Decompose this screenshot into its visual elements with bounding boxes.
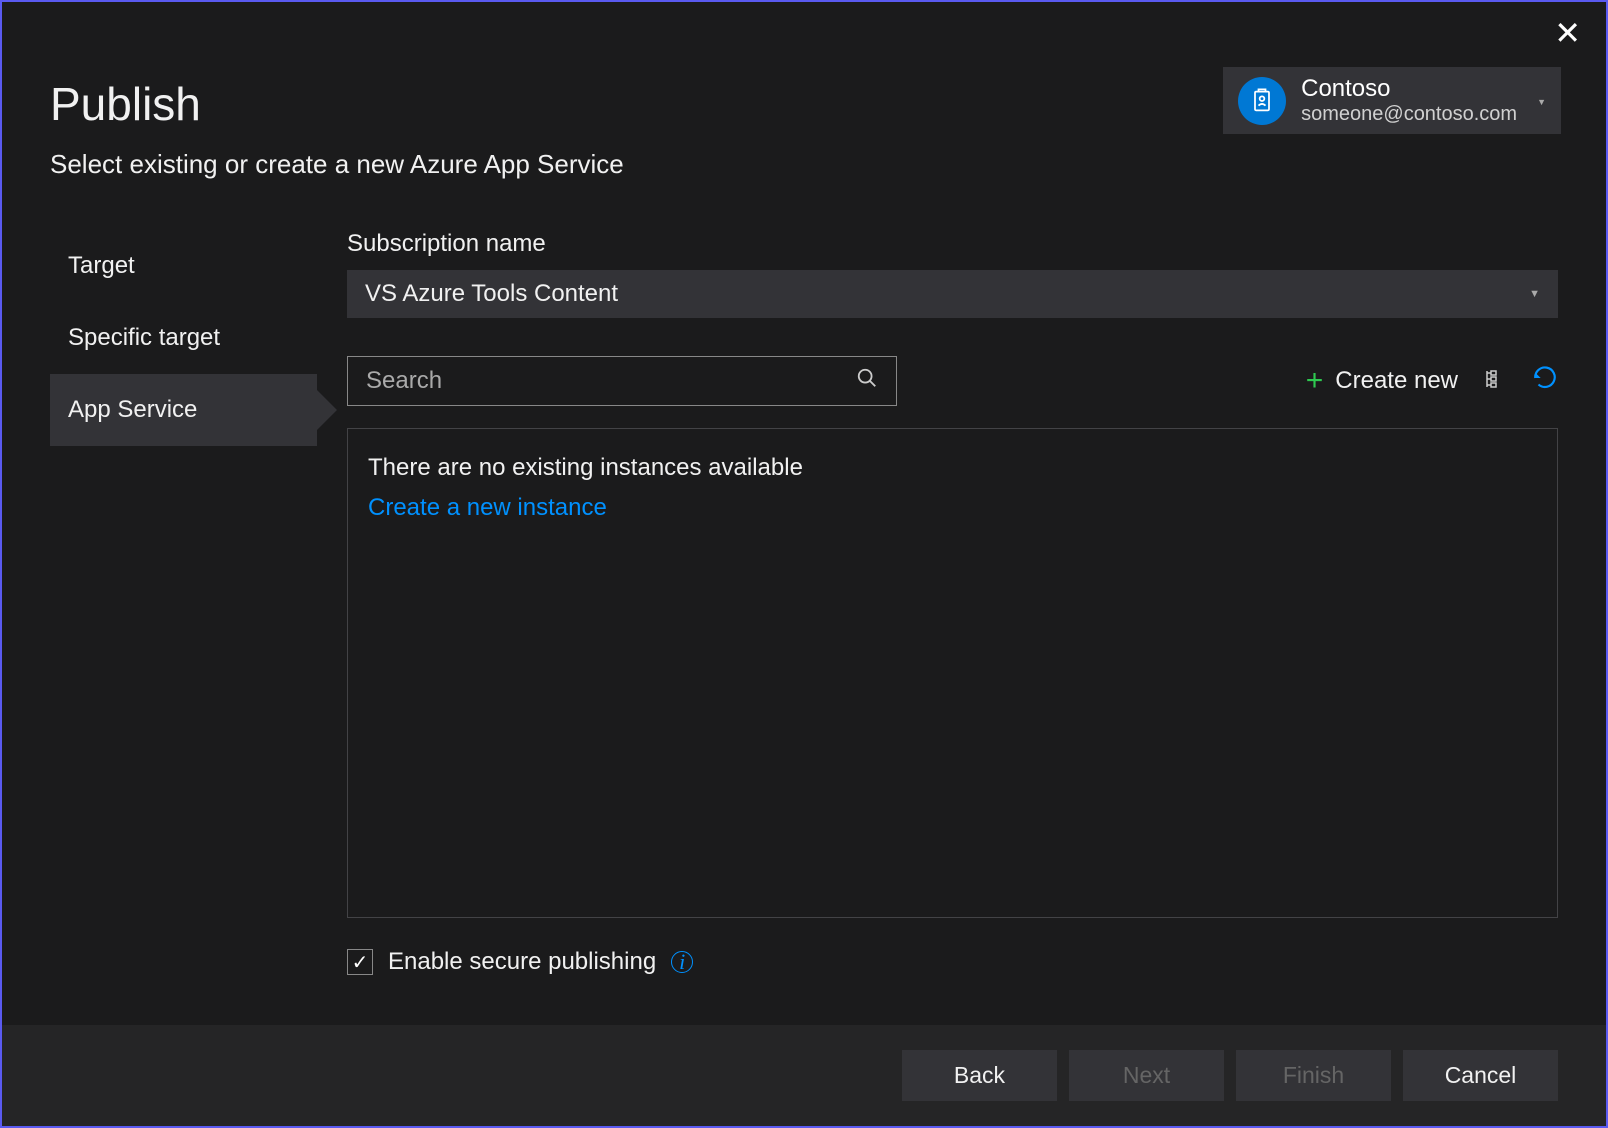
search-box[interactable]	[347, 356, 897, 406]
account-selector[interactable]: Contoso someone@contoso.com ▼	[1223, 67, 1561, 134]
refresh-icon[interactable]	[1532, 365, 1558, 398]
back-button[interactable]: Back	[902, 1050, 1057, 1101]
search-input[interactable]	[366, 367, 856, 395]
chevron-down-icon: ▼	[1537, 97, 1546, 107]
account-name: Contoso	[1301, 75, 1517, 103]
empty-message: There are no existing instances availabl…	[368, 454, 1537, 482]
subscription-selected: VS Azure Tools Content	[365, 280, 618, 308]
create-new-button[interactable]: + Create new	[1306, 364, 1458, 398]
next-button: Next	[1069, 1050, 1224, 1101]
search-icon	[856, 367, 878, 395]
sidebar-item-app-service[interactable]: App Service	[50, 374, 317, 446]
main-panel: Subscription name VS Azure Tools Content…	[317, 230, 1606, 1025]
account-badge-icon	[1238, 77, 1286, 125]
plus-icon: +	[1306, 364, 1324, 398]
wizard-sidebar: Target Specific target App Service	[2, 230, 317, 1025]
create-new-label: Create new	[1335, 367, 1458, 395]
subscription-label: Subscription name	[347, 230, 1558, 258]
secure-publishing-row: ✓ Enable secure publishing i	[347, 948, 1558, 1006]
chevron-down-icon: ▼	[1529, 288, 1540, 300]
publish-dialog: ✕ Contoso someone@contoso.com ▼ Publish …	[0, 0, 1608, 1128]
dialog-footer: Back Next Finish Cancel	[2, 1025, 1606, 1126]
sidebar-item-specific-target[interactable]: Specific target	[50, 302, 317, 374]
check-icon: ✓	[352, 950, 369, 975]
create-instance-link[interactable]: Create a new instance	[368, 494, 1537, 522]
dialog-subtitle: Select existing or create a new Azure Ap…	[50, 149, 1551, 180]
sidebar-item-target[interactable]: Target	[50, 230, 317, 302]
subscription-dropdown[interactable]: VS Azure Tools Content ▼	[347, 270, 1558, 318]
cancel-button[interactable]: Cancel	[1403, 1050, 1558, 1101]
secure-publishing-label: Enable secure publishing	[388, 948, 656, 976]
account-text: Contoso someone@contoso.com	[1301, 75, 1517, 126]
instances-list: There are no existing instances availabl…	[347, 428, 1558, 918]
body-content: Target Specific target App Service Subsc…	[2, 180, 1606, 1025]
panel-actions: + Create new	[1306, 364, 1558, 398]
secure-publishing-checkbox[interactable]: ✓	[347, 949, 373, 975]
close-button[interactable]: ✕	[1554, 17, 1581, 49]
finish-button: Finish	[1236, 1050, 1391, 1101]
account-email: someone@contoso.com	[1301, 103, 1517, 126]
info-icon[interactable]: i	[671, 951, 693, 973]
tree-view-icon[interactable]	[1483, 367, 1507, 396]
search-row: + Create new	[347, 356, 1558, 406]
